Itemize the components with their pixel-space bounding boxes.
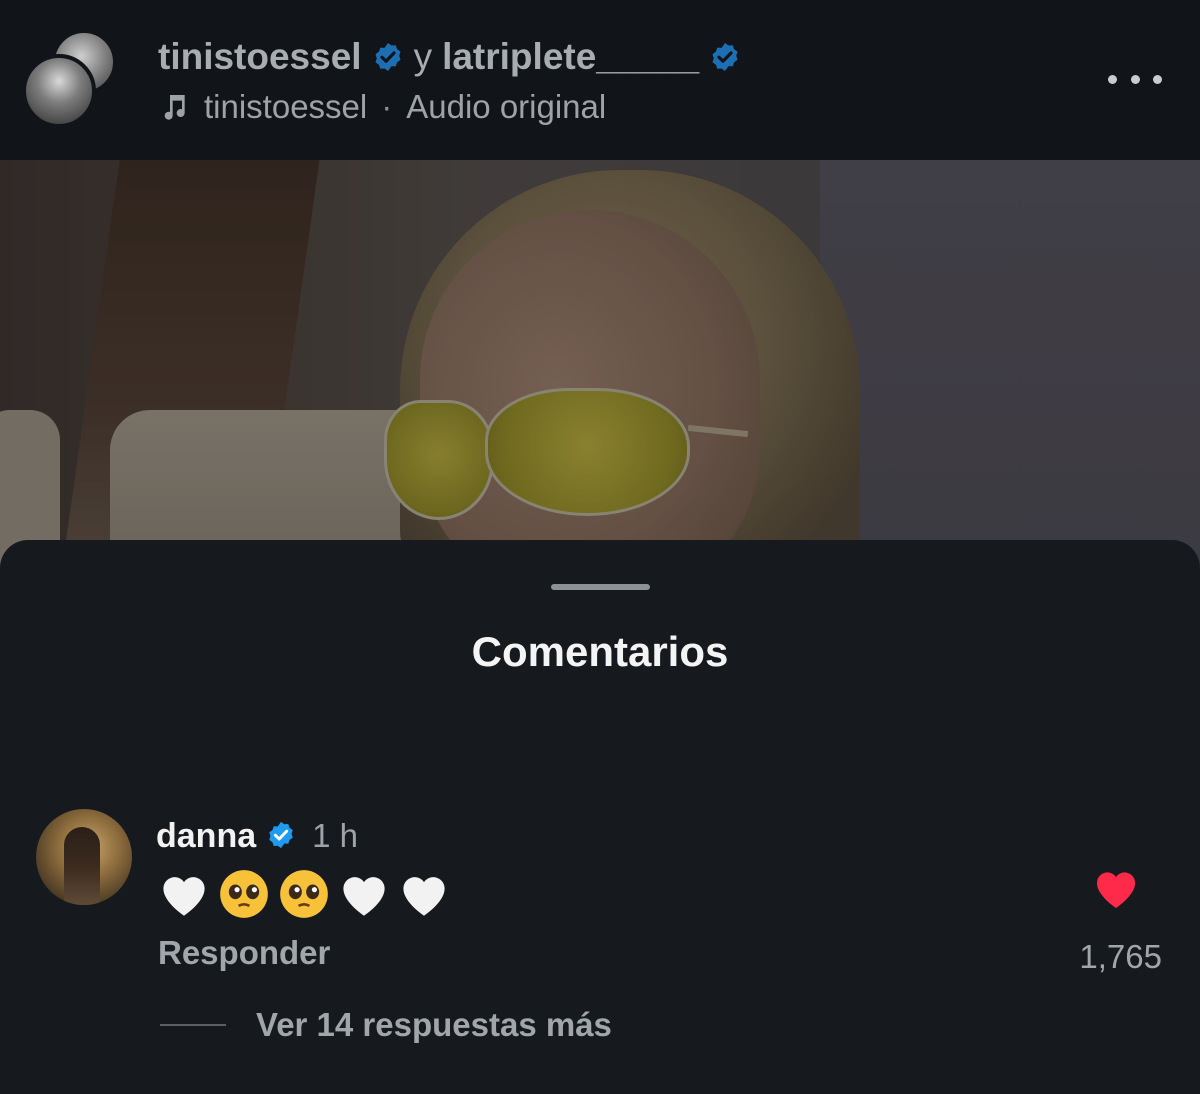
collab-conjunction: y — [413, 36, 433, 77]
comment-body — [158, 866, 450, 922]
white-heart-icon — [158, 870, 210, 918]
commenter-username[interactable]: danna — [156, 817, 256, 856]
audio-separator: · — [381, 88, 393, 125]
commenter-avatar[interactable] — [36, 809, 132, 905]
reply-button[interactable]: Responder — [158, 934, 330, 972]
view-replies-link[interactable]: Ver 14 respuestas más — [256, 1006, 612, 1044]
author-username-1[interactable]: tinistoessel — [158, 36, 362, 78]
comment-header: danna 1 h — [156, 814, 358, 858]
verified-badge-icon — [372, 41, 404, 73]
reel-header: tinistoessel y latriplete_____ tinistoes… — [0, 0, 1200, 160]
audio-attribution[interactable]: tinistoessel · Audio original — [158, 86, 606, 128]
reel-video-preview[interactable] — [0, 160, 1200, 580]
music-note-icon — [158, 91, 190, 123]
white-heart-icon — [338, 870, 390, 918]
author-username-2[interactable]: latriplete_____ — [442, 36, 699, 78]
comment-timestamp: 1 h — [312, 817, 358, 854]
more-options-icon[interactable] — [1108, 64, 1162, 94]
verified-badge-icon — [709, 41, 741, 73]
pleading-face-icon — [278, 868, 330, 920]
audio-username[interactable]: tinistoessel — [204, 88, 367, 126]
avatar-tinistoessel[interactable] — [22, 54, 96, 128]
collab-title: tinistoessel y latriplete_____ — [158, 34, 741, 80]
collab-avatars[interactable] — [22, 30, 118, 128]
comments-sheet: Comentarios danna 1 h Responder 1,765 Ve… — [0, 540, 1200, 1094]
pleading-face-icon — [218, 868, 270, 920]
reel-comments-screen: tinistoessel y latriplete_____ tinistoes… — [0, 0, 1200, 1094]
verified-badge-icon — [266, 820, 298, 852]
video-dim-overlay — [0, 160, 1200, 580]
like-heart-icon[interactable] — [1092, 866, 1140, 910]
white-heart-icon — [398, 870, 450, 918]
replies-divider — [160, 1024, 226, 1026]
audio-label[interactable]: Audio original — [406, 88, 606, 126]
like-count: 1,765 — [1079, 938, 1162, 975]
drag-handle[interactable] — [551, 584, 650, 590]
sheet-title: Comentarios — [471, 628, 729, 675]
